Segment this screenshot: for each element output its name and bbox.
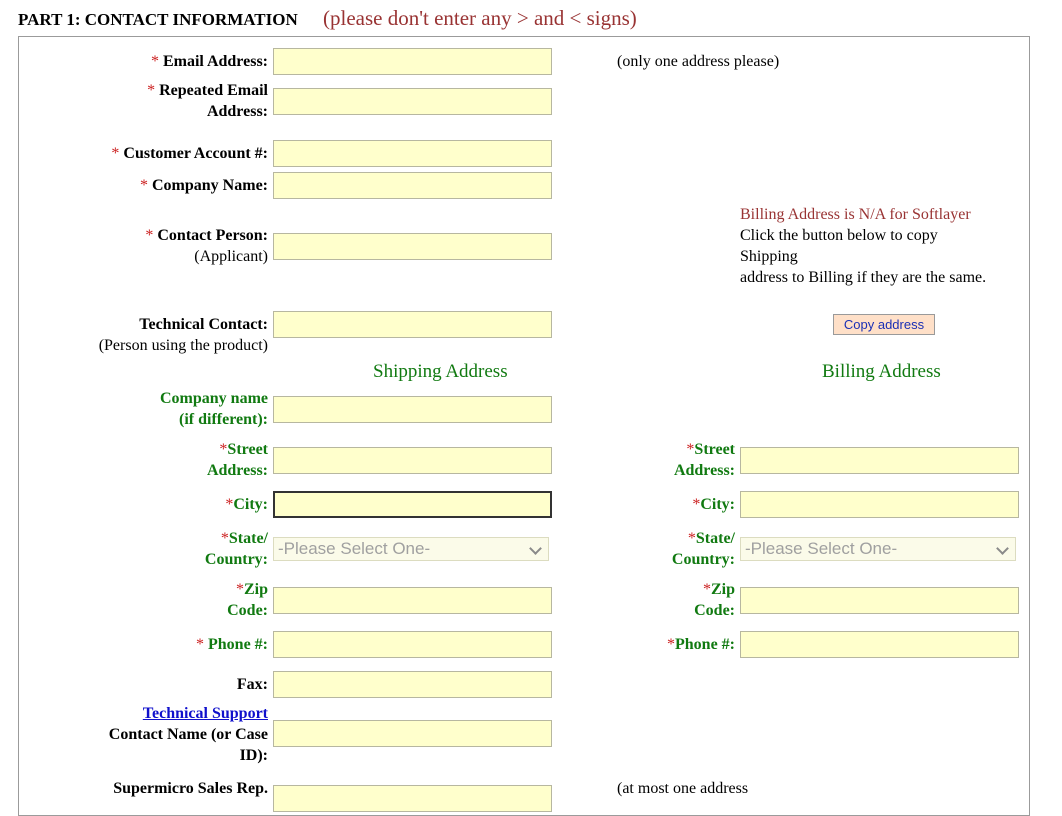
ship-company-label: Company name (if different): xyxy=(159,390,268,428)
ship-city-input[interactable] xyxy=(273,491,552,518)
billing-heading: Billing Address xyxy=(822,361,941,382)
bill-state-label: *State/Country: xyxy=(671,530,735,568)
email-label: * Email Address: xyxy=(150,53,268,70)
billing-note: Billing Address is N/A for Softlayer Cli… xyxy=(740,206,987,286)
technical-support-link[interactable]: Technical Support xyxy=(143,705,268,722)
chevron-down-icon xyxy=(996,542,1009,555)
sales-rep-hint: (at most one address xyxy=(617,780,749,797)
sales-rep-label: Supermicro Sales Rep. xyxy=(113,780,268,797)
bill-zip-label: *Zip Code: xyxy=(694,581,735,619)
fax-input[interactable] xyxy=(273,671,552,698)
repeat-email-label: * Repeated Email Address: xyxy=(147,82,268,120)
fax-label: Fax: xyxy=(236,676,268,693)
chevron-down-icon xyxy=(529,542,542,555)
account-label: * Customer Account #: xyxy=(111,145,268,162)
ship-company-input[interactable] xyxy=(273,396,552,423)
copy-address-button[interactable]: Copy address xyxy=(833,314,935,335)
ship-state-select[interactable]: -Please Select One- xyxy=(273,537,549,561)
bill-street-input[interactable] xyxy=(740,447,1019,474)
shipping-heading: Shipping Address xyxy=(373,361,508,382)
ship-city-label: *City: xyxy=(225,496,268,513)
bill-state-select[interactable]: -Please Select One- xyxy=(740,537,1016,561)
ship-state-label: *State/Country: xyxy=(204,530,268,568)
tech-contact-label: Technical Contact: (Person using the prod… xyxy=(98,316,268,354)
repeat-email-input[interactable] xyxy=(273,88,552,115)
support-label: Technical Support Contact Name (or Case ID… xyxy=(108,705,268,764)
bill-street-label: *Street Address: xyxy=(673,441,735,479)
ship-street-input[interactable] xyxy=(273,447,552,474)
sales-rep-input[interactable] xyxy=(273,785,552,812)
ship-zip-label: *Zip Code: xyxy=(227,581,268,619)
bill-phone-label: *Phone #: xyxy=(667,636,735,653)
contact-input[interactable] xyxy=(273,233,552,260)
account-input[interactable] xyxy=(273,140,552,167)
ship-zip-input[interactable] xyxy=(273,587,552,614)
bill-city-input[interactable] xyxy=(740,491,1019,518)
ship-street-label: *Street Address: xyxy=(206,441,268,479)
bill-zip-input[interactable] xyxy=(740,587,1019,614)
tech-contact-input[interactable] xyxy=(273,311,552,338)
section-note: (please don't enter any > and < signs) xyxy=(323,6,637,30)
section-title: PART 1: CONTACT INFORMATION xyxy=(18,10,298,29)
email-input[interactable] xyxy=(273,48,552,75)
ship-phone-input[interactable] xyxy=(273,631,552,658)
support-input[interactable] xyxy=(273,720,552,747)
email-hint: (only one address please) xyxy=(617,53,780,70)
company-input[interactable] xyxy=(273,172,552,199)
ship-phone-label: * Phone #: xyxy=(196,636,268,653)
bill-phone-input[interactable] xyxy=(740,631,1019,658)
bill-city-label: *City: xyxy=(692,496,735,513)
contact-label: * Contact Person: (Applicant) xyxy=(145,227,268,265)
company-label: * Company Name: xyxy=(140,177,268,194)
